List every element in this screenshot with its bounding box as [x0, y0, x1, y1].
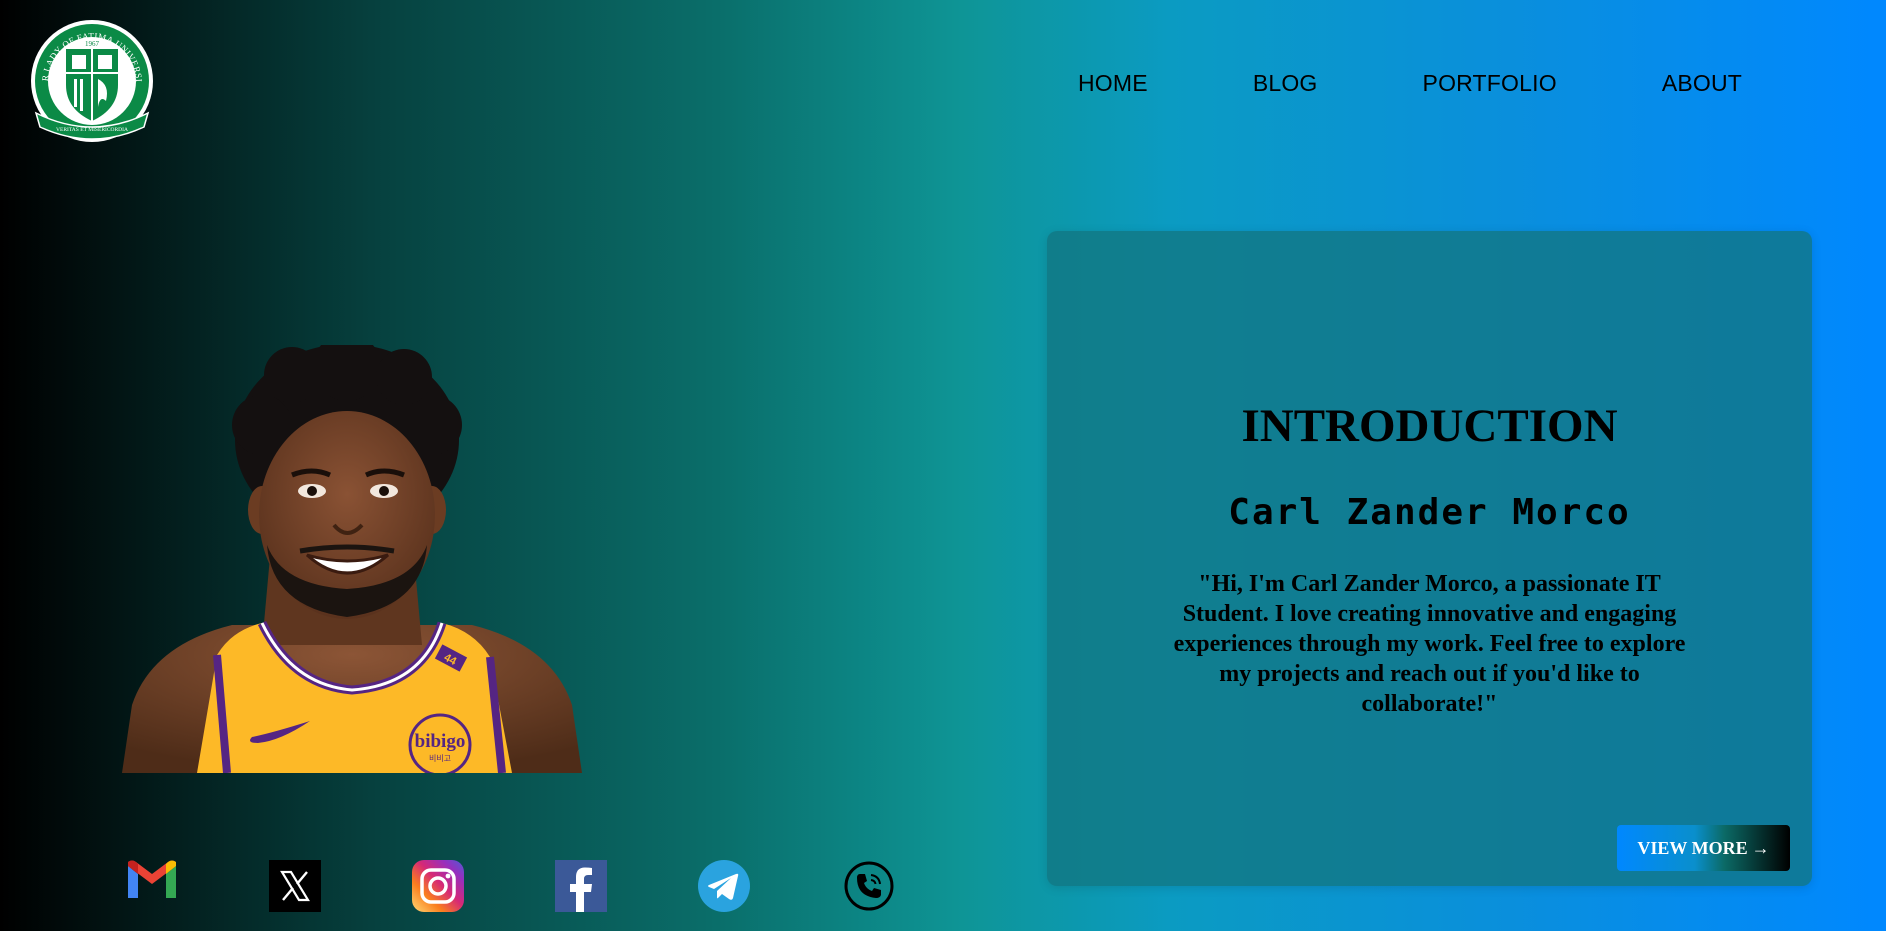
profile-portrait-image: 44 bibigo 비비고 — [122, 345, 582, 773]
intro-text: "Hi, I'm Carl Zander Morco, a passionate… — [1173, 571, 1686, 717]
facebook-icon — [555, 860, 607, 912]
instagram-link[interactable] — [412, 860, 464, 917]
phone-link[interactable] — [843, 860, 895, 917]
gmail-link[interactable] — [126, 860, 178, 905]
university-seal-icon: OUR LADY OF FATIMA UNIVERSITY 1967 VERIT… — [27, 9, 153, 142]
intro-name: Carl Zander Morco — [1228, 492, 1631, 533]
jersey-sponsor: bibigo — [415, 731, 466, 752]
nav-home[interactable]: HOME — [1078, 70, 1148, 97]
view-more-label: VIEW MORE — [1637, 837, 1748, 858]
nav-portfolio[interactable]: PORTFOLIO — [1423, 70, 1557, 97]
facebook-link[interactable] — [555, 860, 607, 917]
profile-photo: 44 bibigo 비비고 — [122, 345, 582, 773]
nav-about[interactable]: ABOUT — [1662, 70, 1742, 97]
telegram-link[interactable] — [698, 860, 750, 917]
logo-year: 1967 — [85, 40, 100, 48]
logo-ribbon-text: VERITAS ET MISERICORDIA — [56, 127, 128, 133]
introduction-card: INTRODUCTION Carl Zander Morco "Hi, I'm … — [1047, 231, 1812, 886]
nav-blog[interactable]: BLOG — [1253, 70, 1318, 97]
x-link[interactable] — [269, 860, 321, 917]
phone-icon — [844, 861, 894, 911]
view-more-button[interactable]: VIEW MORE → — [1617, 825, 1790, 871]
main-nav: HOME BLOG PORTFOLIO ABOUT — [1078, 70, 1742, 97]
x-icon — [269, 860, 321, 912]
telegram-icon — [698, 860, 750, 912]
instagram-icon — [412, 860, 464, 912]
arrow-right-icon: → — [1751, 837, 1770, 858]
university-logo: OUR LADY OF FATIMA UNIVERSITY 1967 VERIT… — [27, 9, 154, 148]
intro-title: INTRODUCTION — [1241, 400, 1618, 452]
gmail-icon — [128, 860, 176, 898]
jersey-sponsor-sub: 비비고 — [429, 754, 451, 763]
